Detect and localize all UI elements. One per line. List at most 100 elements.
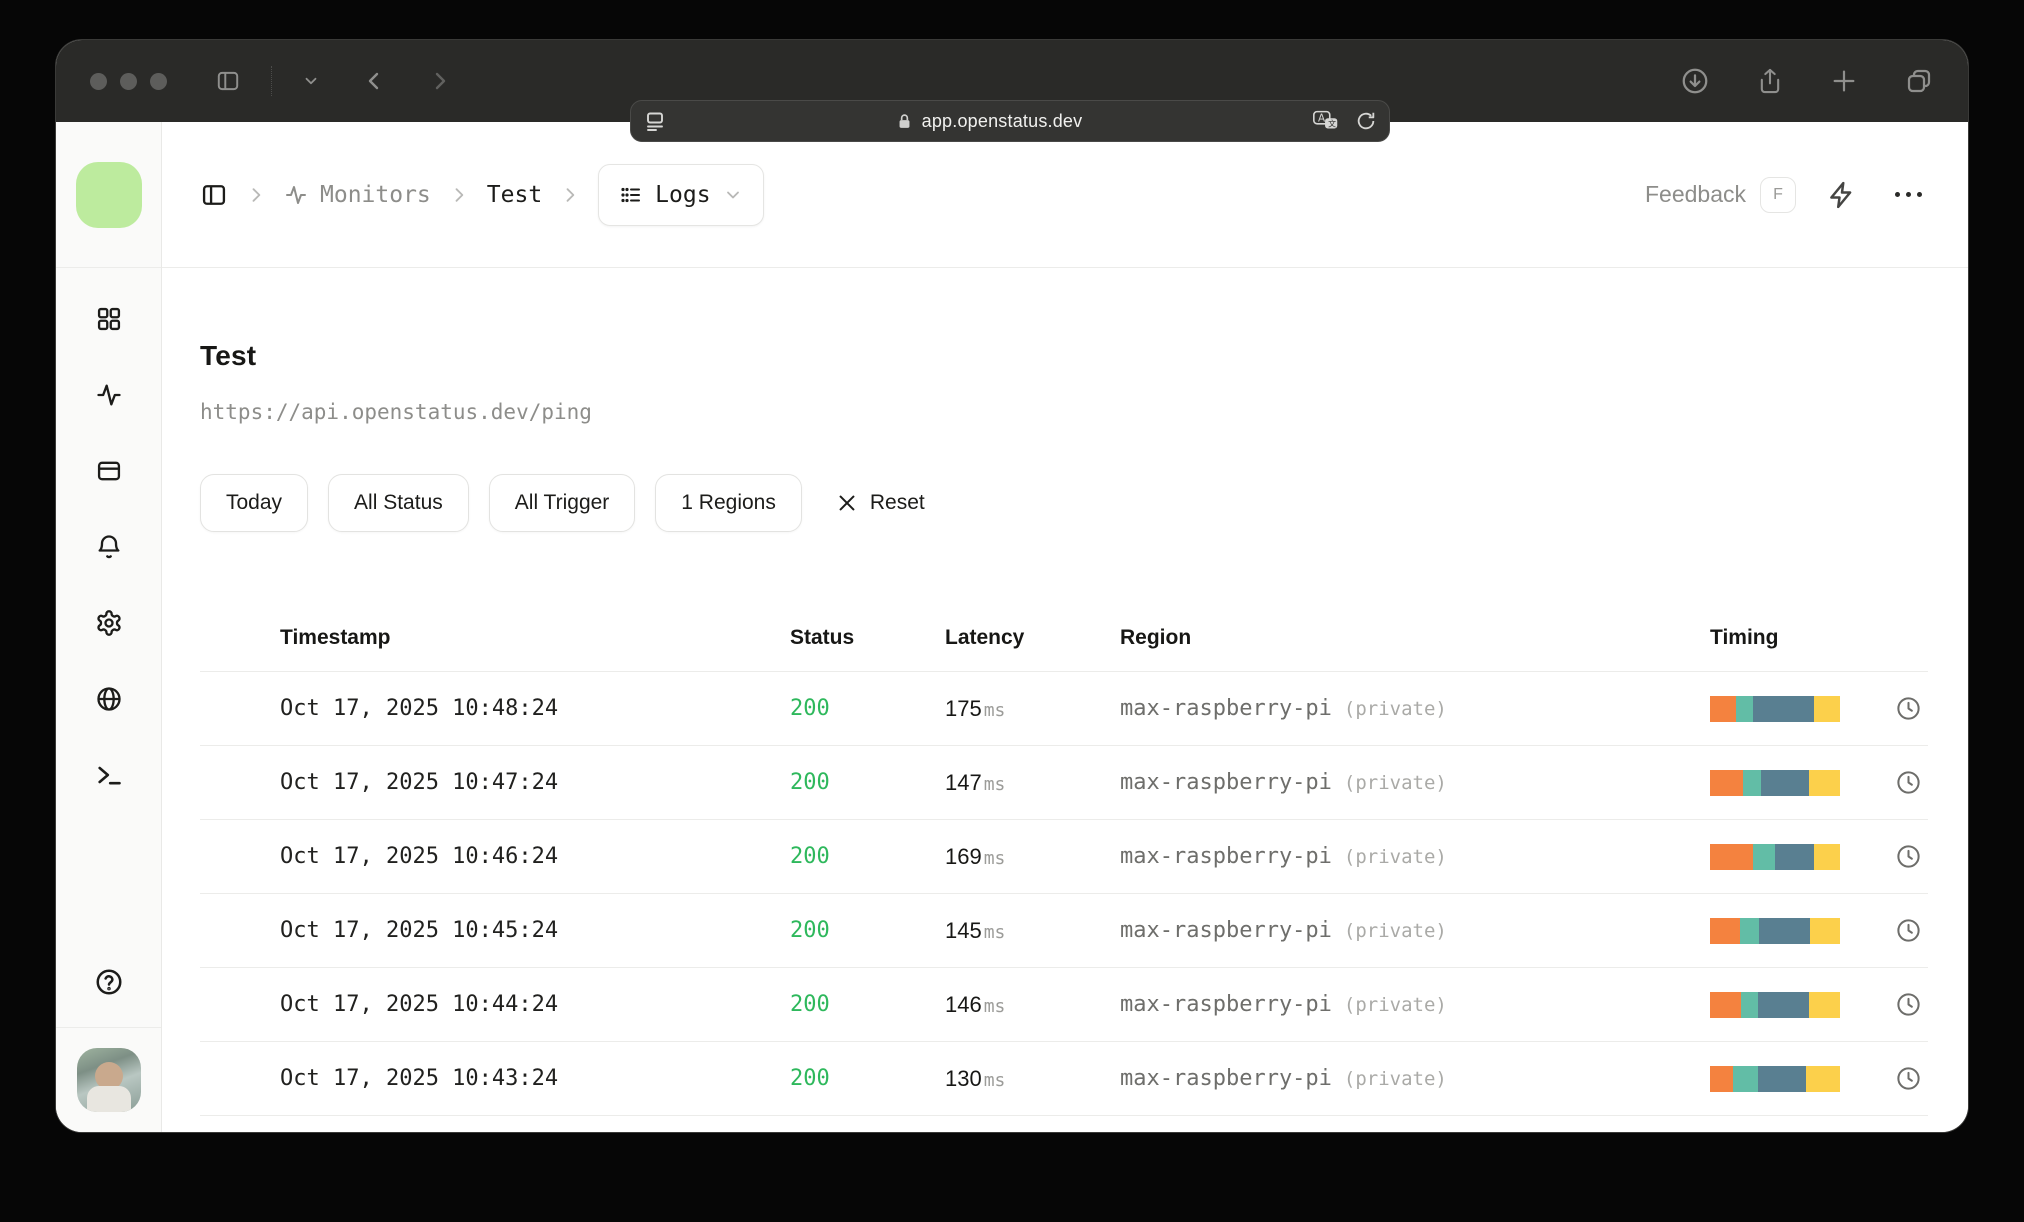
log-timestamp: Oct 17, 2025 10:44:24 xyxy=(280,992,559,1017)
app-sidebar-toggle-icon[interactable] xyxy=(200,181,228,209)
feedback-button[interactable]: Feedback F xyxy=(1645,176,1796,213)
reader-icon[interactable] xyxy=(643,109,667,133)
svg-text:文: 文 xyxy=(1328,118,1336,128)
column-header-region: Region xyxy=(1120,625,1192,649)
log-timestamp: Oct 17, 2025 10:46:24 xyxy=(280,844,559,869)
app-header: Monitors Test Logs Feedback F xyxy=(162,122,1968,268)
timing-bar xyxy=(1710,695,1840,722)
downloads-icon[interactable] xyxy=(1680,66,1710,96)
zap-icon[interactable] xyxy=(1822,175,1862,215)
log-latency: 146 ms xyxy=(945,991,1006,1017)
forward-icon[interactable] xyxy=(428,69,452,93)
breadcrumb-monitor-name[interactable]: Test xyxy=(487,182,542,208)
log-region: max-raspberry-pi (private) xyxy=(1120,696,1447,721)
address-text: app.openstatus.dev xyxy=(921,110,1083,131)
page-title: Test xyxy=(200,340,257,371)
clock-icon[interactable] xyxy=(1895,917,1922,944)
zoom-window-button[interactable] xyxy=(150,72,167,90)
clock-icon[interactable] xyxy=(1895,991,1922,1018)
log-status-code: 200 xyxy=(790,696,830,721)
svg-text:A: A xyxy=(1318,112,1325,124)
table-header: Timestamp Status Latency Region Timing xyxy=(200,604,1928,672)
breadcrumb-monitors[interactable]: Monitors xyxy=(284,182,431,208)
traffic-lights xyxy=(90,72,167,90)
monitors-pulse-icon[interactable] xyxy=(94,380,124,410)
browser-toolbar: app.openstatus.dev A文 xyxy=(56,40,1968,142)
globe-icon[interactable] xyxy=(94,684,124,714)
column-header-status: Status xyxy=(790,625,855,649)
filter-regions[interactable]: 1 Regions xyxy=(655,474,802,532)
chevron-right-icon xyxy=(449,185,469,205)
log-latency: 145 ms xyxy=(945,917,1006,943)
chevron-down-icon xyxy=(723,185,743,205)
clock-icon[interactable] xyxy=(1895,1065,1922,1092)
table-row[interactable]: Oct 17, 2025 10:45:24 200 145 ms max-rasp… xyxy=(200,894,1928,968)
reload-icon[interactable] xyxy=(1355,110,1377,132)
log-latency: 130 ms xyxy=(945,1065,1006,1091)
minimize-window-button[interactable] xyxy=(120,72,137,90)
log-region: max-raspberry-pi (private) xyxy=(1120,918,1447,943)
log-timestamp: Oct 17, 2025 10:47:24 xyxy=(280,770,559,795)
log-region: max-raspberry-pi (private) xyxy=(1120,1066,1447,1091)
back-icon[interactable] xyxy=(362,69,386,93)
log-status-code: 200 xyxy=(790,770,830,795)
translate-icon[interactable]: A文 xyxy=(1311,108,1341,134)
chevron-right-icon xyxy=(246,185,266,205)
column-header-latency: Latency xyxy=(945,625,1025,649)
workspace-avatar[interactable] xyxy=(75,161,142,228)
log-timestamp: Oct 17, 2025 10:43:24 xyxy=(280,1066,559,1091)
table-row[interactable]: Oct 17, 2025 10:44:24 200 146 ms max-rasp… xyxy=(200,968,1928,1042)
help-circle-icon[interactable] xyxy=(94,967,124,997)
column-header-timing: Timing xyxy=(1710,625,1779,649)
log-latency: 175 ms xyxy=(945,695,1006,721)
clock-icon[interactable] xyxy=(1895,695,1922,722)
log-status-code: 200 xyxy=(790,1066,830,1091)
filter-date[interactable]: Today xyxy=(200,474,309,532)
monitor-endpoint-url: https://api.openstatus.dev/ping xyxy=(200,400,592,424)
clock-icon[interactable] xyxy=(1895,769,1922,796)
sidebar-chevron-down-icon[interactable] xyxy=(302,72,320,90)
browser-sidebar-toggle-icon[interactable] xyxy=(215,68,241,94)
log-region: max-raspberry-pi (private) xyxy=(1120,844,1447,869)
x-icon xyxy=(836,492,858,514)
more-menu-icon[interactable] xyxy=(1888,175,1928,215)
timing-bar xyxy=(1710,769,1840,796)
pulse-icon xyxy=(284,183,308,207)
share-icon[interactable] xyxy=(1756,66,1784,96)
terminal-icon[interactable] xyxy=(94,760,124,790)
notifications-bell-icon[interactable] xyxy=(94,532,124,562)
settings-gear-icon[interactable] xyxy=(94,608,124,638)
table-row[interactable]: Oct 17, 2025 10:43:24 200 130 ms max-rasp… xyxy=(200,1042,1928,1116)
toolbar-separator xyxy=(271,66,272,96)
logs-page: Test https://api.openstatus.dev/ping Tod… xyxy=(162,268,1968,1132)
clock-icon[interactable] xyxy=(1895,843,1922,870)
breadcrumb: Monitors Test Logs xyxy=(200,163,764,226)
logs-view-selector[interactable]: Logs xyxy=(598,163,764,226)
timing-bar xyxy=(1710,843,1840,870)
user-avatar[interactable] xyxy=(76,1048,141,1112)
filter-trigger[interactable]: All Trigger xyxy=(488,474,636,532)
timing-bar xyxy=(1710,991,1840,1018)
table-row[interactable]: Oct 17, 2025 10:46:24 200 169 ms max-rasp… xyxy=(200,820,1928,894)
column-header-timestamp: Timestamp xyxy=(280,625,391,649)
address-bar[interactable]: app.openstatus.dev A文 xyxy=(630,100,1390,142)
chevron-right-icon xyxy=(560,185,580,205)
tabs-overview-icon[interactable] xyxy=(1904,66,1934,96)
log-timestamp: Oct 17, 2025 10:45:24 xyxy=(280,918,559,943)
log-rows: Oct 17, 2025 10:48:24 200 175 ms max-rasp… xyxy=(200,672,1928,1116)
reset-filters-button[interactable]: Reset xyxy=(836,491,925,515)
new-tab-icon[interactable] xyxy=(1830,67,1858,95)
close-window-button[interactable] xyxy=(90,72,107,90)
log-region: max-raspberry-pi (private) xyxy=(1120,992,1447,1017)
status-page-browser-icon[interactable] xyxy=(94,456,124,486)
browser-window: app.openstatus.dev A文 Monitors Test Logs… xyxy=(56,40,1968,1132)
lock-icon xyxy=(896,113,913,130)
table-row[interactable]: Oct 17, 2025 10:48:24 200 175 ms max-rasp… xyxy=(200,672,1928,746)
list-icon xyxy=(619,183,643,207)
filter-status[interactable]: All Status xyxy=(328,474,469,532)
dashboard-grid-icon[interactable] xyxy=(94,304,124,334)
timing-bar xyxy=(1710,1065,1840,1092)
log-status-code: 200 xyxy=(790,844,830,869)
table-row[interactable]: Oct 17, 2025 10:47:24 200 147 ms max-rasp… xyxy=(200,746,1928,820)
app-sidebar xyxy=(56,122,162,1132)
